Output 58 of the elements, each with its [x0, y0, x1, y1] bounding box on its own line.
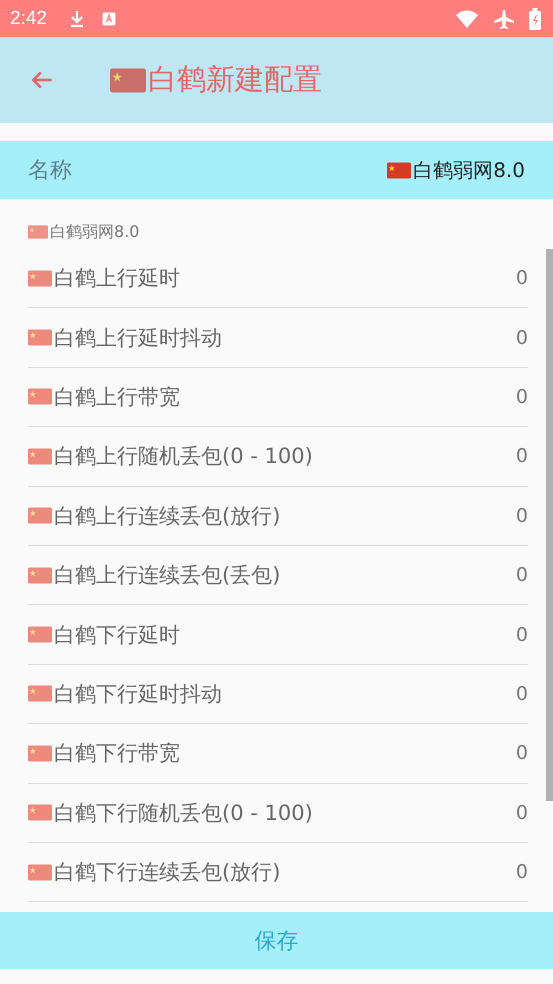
setting-label: 白鹤下行带宽	[54, 740, 180, 768]
flag-icon	[28, 566, 52, 584]
airplane-icon	[493, 8, 515, 30]
flag-icon	[28, 388, 52, 406]
setting-row[interactable]: 白鹤上行延时 0	[28, 249, 528, 308]
setting-row[interactable]: 白鹤下行延时抖动 0	[28, 664, 528, 724]
setting-label: 白鹤下行延时抖动	[54, 680, 222, 708]
setting-row[interactable]: 白鹤上行随机丢包(0 - 100) 0	[28, 427, 528, 487]
setting-label: 白鹤上行连续丢包(放行)	[54, 502, 280, 530]
setting-label: 白鹤上行随机丢包(0 - 100)	[54, 443, 313, 470]
battery-icon	[529, 8, 541, 30]
setting-label: 白鹤上行延时抖动	[54, 324, 222, 352]
setting-row[interactable]: 白鹤上行带宽 0	[28, 368, 528, 428]
setting-row[interactable]: 白鹤下行连续丢包(放行) 0	[28, 842, 528, 902]
name-row[interactable]: 名称 白鹤弱网8.0	[0, 141, 553, 199]
setting-row[interactable]: 白鹤上行连续丢包(丢包) 0	[28, 546, 528, 606]
setting-label: 白鹤下行随机丢包(0 - 100)	[54, 800, 313, 827]
setting-row[interactable]: 白鹤上行延时抖动 0	[28, 308, 528, 368]
setting-label: 白鹤下行连续丢包(放行)	[54, 859, 280, 886]
screen-title: 白鹤新建配置	[148, 61, 322, 98]
setting-row[interactable]: 白鹤下行带宽 0	[28, 724, 528, 784]
setting-value: 0	[516, 742, 528, 764]
scrollbar[interactable]	[546, 249, 553, 801]
flag-icon	[28, 507, 52, 524]
setting-label: 白鹤上行带宽	[54, 384, 180, 411]
setting-label: 白鹤下行延时	[54, 622, 180, 649]
flag-icon	[28, 864, 52, 881]
keyboard-a-icon	[100, 10, 117, 26]
name-label: 名称	[28, 157, 72, 185]
setting-value: 0	[516, 267, 528, 290]
flag-icon	[387, 162, 412, 178]
setting-value: 0	[516, 624, 528, 646]
setting-row[interactable]: 白鹤下行延时 0	[28, 605, 528, 665]
name-value: 白鹤弱网8.0	[413, 156, 525, 184]
flag-icon	[28, 270, 52, 287]
setting-value: 0	[516, 682, 528, 705]
setting-value: 0	[516, 504, 528, 527]
flag-icon	[28, 225, 48, 239]
setting-row[interactable]: 白鹤下行随机丢包(0 - 100) 0	[28, 784, 528, 843]
flag-icon	[28, 448, 52, 465]
flag-icon	[28, 626, 52, 644]
setting-label: 白鹤上行连续丢包(丢包)	[54, 562, 280, 590]
setting-label: 白鹤上行延时	[54, 265, 180, 292]
setting-value: 0	[516, 386, 528, 408]
setting-value: 0	[516, 802, 528, 824]
flag-icon	[110, 68, 146, 92]
setting-value: 0	[516, 861, 528, 884]
status-time: 2:42	[10, 8, 47, 30]
flag-icon	[28, 804, 52, 822]
flag-icon	[28, 329, 52, 346]
flag-icon	[28, 744, 52, 762]
setting-value: 0	[516, 326, 528, 349]
wifi-icon	[455, 8, 479, 28]
setting-value: 0	[516, 445, 528, 468]
flag-icon	[28, 685, 52, 702]
section-title: 白鹤弱网8.0	[50, 222, 140, 242]
setting-value: 0	[516, 564, 528, 586]
setting-row[interactable]: 白鹤上行连续丢包(放行) 0	[28, 486, 528, 546]
